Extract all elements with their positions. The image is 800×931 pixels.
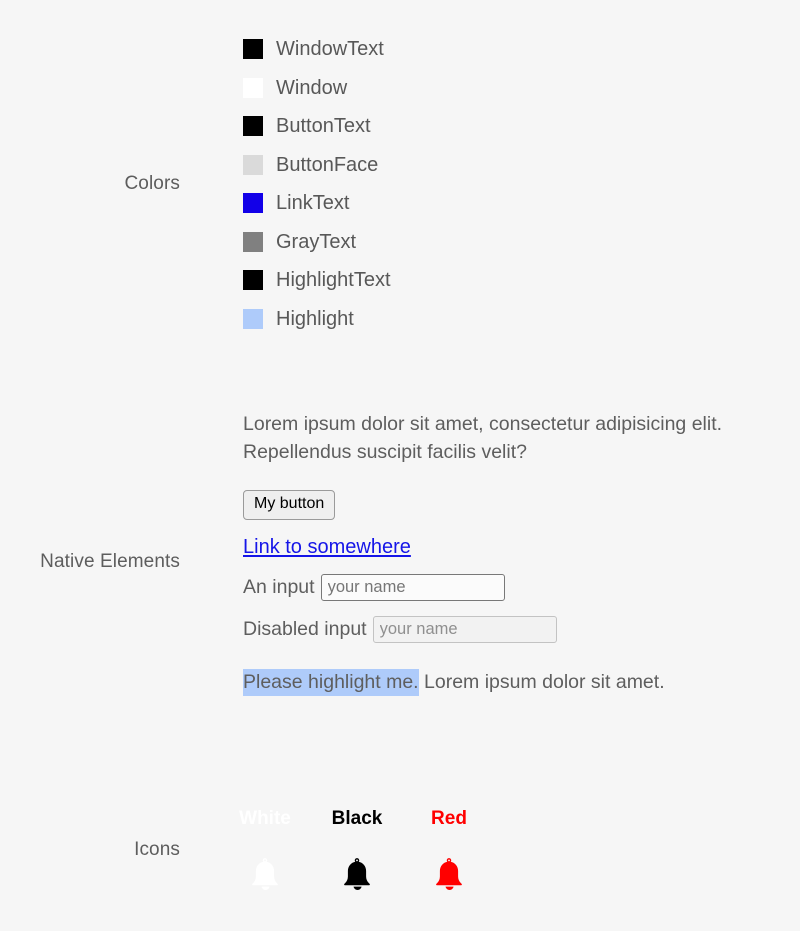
highlight-sentence: Please highlight me. Lorem ipsum dolor s… bbox=[243, 668, 800, 696]
color-swatch-label: HighlightText bbox=[276, 269, 391, 292]
highlight-sentence-rest: Lorem ipsum dolor sit amet. bbox=[418, 670, 665, 693]
color-swatch-row: Highlight bbox=[243, 300, 800, 339]
color-swatch-row: Window bbox=[243, 69, 800, 108]
icon-cell: Black bbox=[332, 809, 382, 892]
color-swatch-chip bbox=[243, 231, 263, 252]
an-input-row: An input bbox=[243, 573, 800, 601]
color-swatch-chip bbox=[243, 154, 263, 175]
colors-section-body: WindowText Window ButtonText ButtonFace Link… bbox=[180, 30, 800, 338]
color-swatch-label: LinkText bbox=[276, 192, 350, 215]
native-elements-body: Lorem ipsum dolor sit amet, consectetur … bbox=[180, 410, 800, 714]
bell-icon bbox=[432, 856, 466, 892]
color-swatch-label: ButtonFace bbox=[276, 153, 379, 176]
an-input-field[interactable] bbox=[320, 573, 505, 601]
color-swatch-label: WindowText bbox=[276, 38, 384, 61]
icons-section-body: White Black Red bbox=[180, 809, 800, 892]
color-swatch-row: HighlightText bbox=[243, 261, 800, 300]
my-button[interactable]: My button bbox=[243, 490, 336, 520]
an-input-label: An input bbox=[243, 575, 315, 598]
color-swatch-chip bbox=[243, 116, 263, 137]
native-elements-section-label: Native Elements bbox=[40, 551, 180, 573]
icon-cell: Red bbox=[427, 809, 471, 892]
color-swatch-row: GrayText bbox=[243, 223, 800, 262]
colors-section-label: Colors bbox=[124, 172, 180, 194]
color-swatch-label: Window bbox=[276, 76, 348, 99]
icon-caption: Black bbox=[331, 807, 383, 829]
color-swatch-row: LinkText bbox=[243, 184, 800, 223]
colors-section: Colors WindowText Window ButtonText ButtonF… bbox=[0, 24, 800, 344]
icon-grid: White Black Red bbox=[239, 809, 800, 892]
native-elements-section: Native Elements Lorem ipsum dolor sit am… bbox=[0, 413, 800, 710]
color-swatch-label: ButtonText bbox=[276, 115, 371, 138]
color-swatch-chip bbox=[243, 308, 263, 329]
page-root: Colors WindowText Window ButtonText ButtonF… bbox=[0, 0, 800, 931]
bell-icon bbox=[248, 856, 282, 892]
color-swatch-row: WindowText bbox=[243, 30, 800, 69]
color-swatch-list: WindowText Window ButtonText ButtonFace Link… bbox=[243, 30, 800, 338]
color-swatch-chip bbox=[243, 270, 263, 291]
link-to-somewhere[interactable]: Link to somewhere bbox=[243, 535, 411, 559]
icon-caption: Red bbox=[431, 807, 467, 829]
bell-icon bbox=[340, 856, 374, 892]
icon-cell: White bbox=[239, 809, 291, 892]
icons-section: Icons White Black Red bbox=[0, 790, 800, 910]
color-swatch-row: ButtonText bbox=[243, 107, 800, 146]
icon-caption: White bbox=[239, 807, 291, 829]
disabled-input-field bbox=[372, 615, 557, 643]
color-swatch-label: Highlight bbox=[276, 307, 354, 330]
icons-section-label: Icons bbox=[134, 838, 180, 860]
highlighted-text: Please highlight me. bbox=[243, 668, 419, 696]
disabled-input-label: Disabled input bbox=[243, 617, 367, 640]
disabled-input-row: Disabled input bbox=[243, 615, 800, 643]
color-swatch-chip bbox=[243, 39, 263, 60]
color-swatch-label: GrayText bbox=[276, 230, 357, 253]
color-swatch-row: ButtonFace bbox=[243, 146, 800, 185]
color-swatch-chip bbox=[243, 193, 263, 214]
color-swatch-chip bbox=[243, 77, 263, 98]
lorem-paragraph: Lorem ipsum dolor sit amet, consectetur … bbox=[243, 413, 723, 464]
